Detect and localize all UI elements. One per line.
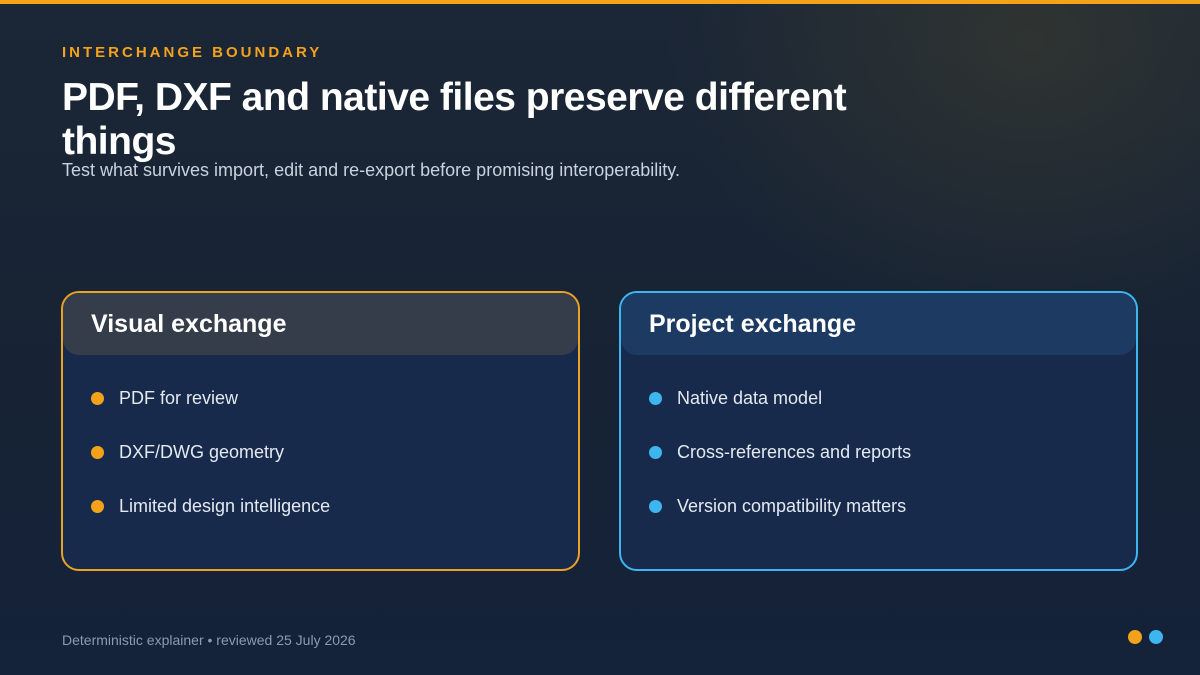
list-item-label: PDF for review — [119, 387, 239, 408]
top-accent-bar — [0, 0, 1200, 4]
list-item-label: Native data model — [677, 387, 823, 408]
list-item-label: Cross-references and reports — [677, 441, 912, 462]
bullet-dot-icon — [649, 499, 662, 513]
card-item-list: Native data model Cross-references and r… — [621, 355, 1136, 533]
list-item-label: Version compatibility matters — [677, 495, 907, 516]
card-title: Project exchange — [621, 293, 1136, 355]
pager-blue-dot-icon — [1149, 630, 1163, 644]
project-exchange-card: Project exchange Native data model Cross… — [619, 291, 1138, 571]
pager-orange-dot-icon — [1128, 630, 1142, 644]
card-title: Visual exchange — [63, 293, 578, 355]
bullet-dot-icon — [649, 445, 662, 459]
footer-note: Deterministic explainer • reviewed 25 Ju… — [62, 632, 356, 648]
list-item: Cross-references and reports — [649, 425, 1136, 479]
list-item-label: DXF/DWG geometry — [119, 441, 285, 462]
eyebrow-label: INTERCHANGE BOUNDARY — [62, 44, 323, 61]
list-item: Version compatibility matters — [649, 479, 1136, 533]
page-subtitle: Test what survives import, edit and re-e… — [62, 160, 680, 180]
list-item: Limited design intelligence — [91, 479, 578, 533]
bullet-dot-icon — [649, 391, 662, 405]
list-item: PDF for review — [91, 371, 578, 425]
bullet-dot-icon — [91, 499, 104, 513]
page-title: PDF, DXF and native files preserve diffe… — [62, 76, 847, 163]
card-item-list: PDF for review DXF/DWG geometry Limited … — [63, 355, 578, 533]
list-item-label: Limited design intelligence — [119, 495, 331, 516]
list-item: Native data model — [649, 371, 1136, 425]
bullet-dot-icon — [91, 391, 104, 405]
visual-exchange-card: Visual exchange PDF for review DXF/DWG g… — [61, 291, 580, 571]
list-item: DXF/DWG geometry — [91, 425, 578, 479]
bullet-dot-icon — [91, 445, 104, 459]
slide-pager — [1128, 630, 1170, 644]
